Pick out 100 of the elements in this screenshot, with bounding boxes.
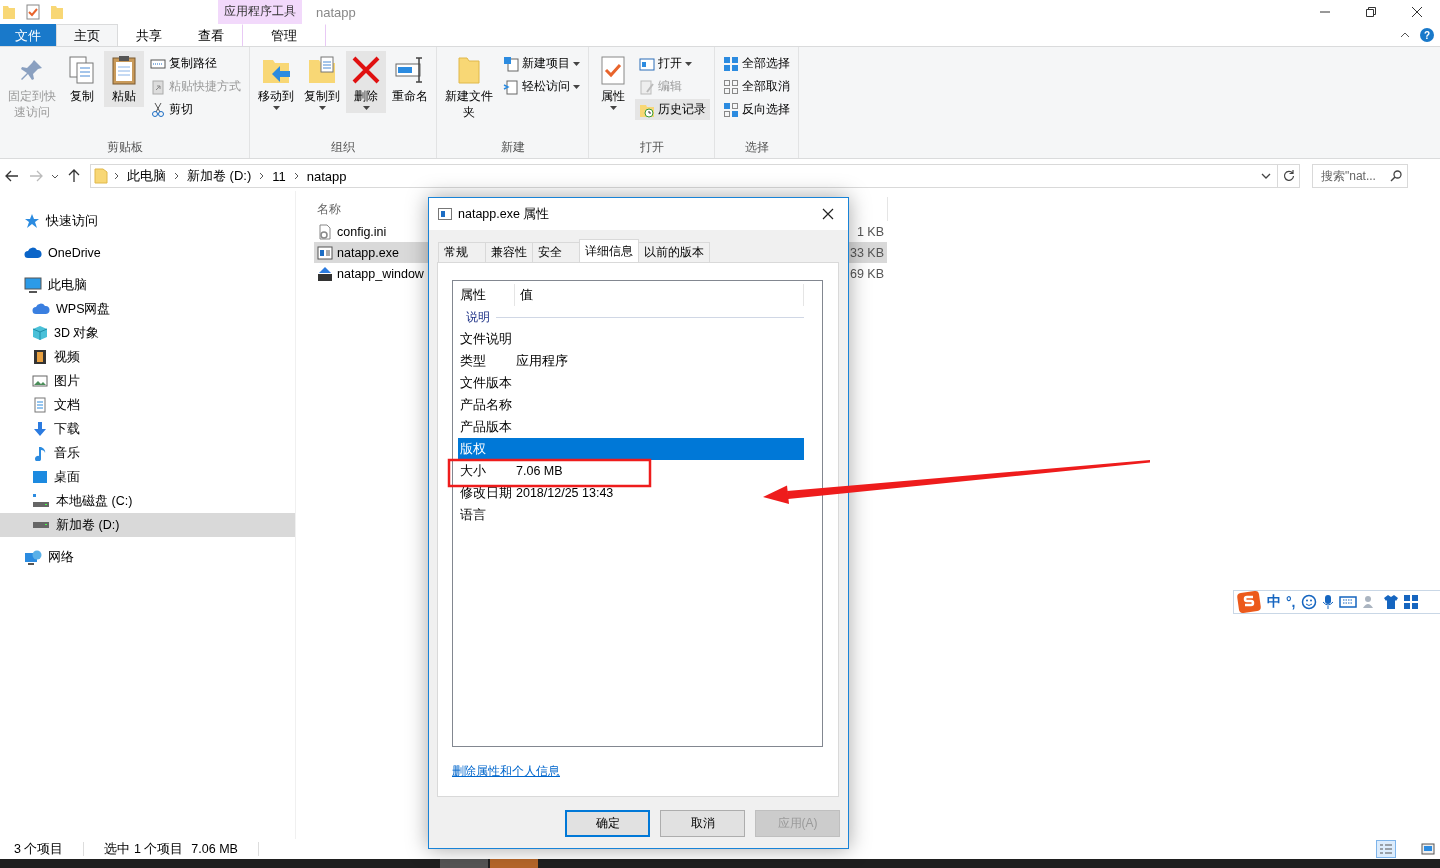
dialog-button[interactable]: 确定 [565,810,650,837]
sidebar-item[interactable]: 视频 [0,345,295,369]
property-row[interactable]: 大小 7.06 MB [458,460,804,482]
sidebar-item[interactable]: OneDrive [0,241,295,265]
forward-arrow-icon [29,170,43,182]
ribbon-button[interactable]: 粘贴 [104,51,144,107]
property-row[interactable]: 产品版本 [458,416,804,438]
ribbon-button[interactable]: 新建文件夹 [441,51,497,123]
ime-mode-label[interactable]: 中 [1267,593,1281,611]
sidebar-item[interactable]: 桌面 [0,465,295,489]
breadcrumb[interactable]: 此电脑 [125,167,168,185]
ribbon-button[interactable]: 复制路径 [146,53,245,74]
close-icon [1412,7,1422,17]
sidebar-item[interactable]: 图片 [0,369,295,393]
group-label: 剪贴板 [105,139,144,156]
ribbon-button[interactable]: 轻松访问 [499,76,584,97]
address-bar[interactable]: 此电脑 新加卷 (D:) 11 natapp [90,164,1300,188]
dialog-tab[interactable]: 详细信息 [579,239,639,262]
ribbon-button[interactable]: 删除 [346,51,386,113]
view-mode-button[interactable] [1418,840,1438,858]
music-note-icon [32,445,48,461]
cube-icon [32,325,48,341]
item-count: 3 个项目 [14,840,64,858]
ribbon-button[interactable]: 全部选择 [719,53,794,74]
file-row[interactable]: natapp_window 69 KB [314,263,887,284]
dialog-tab[interactable]: 常规 [438,242,486,262]
application-icon [317,244,333,261]
property-row[interactable]: 修改日期 2018/12/25 13:43 [458,482,804,504]
picture-icon [32,373,48,389]
chevron-down-icon [51,173,59,179]
refresh-icon [1282,170,1295,182]
breadcrumb[interactable]: 新加卷 (D:) [185,167,254,185]
property-row[interactable]: 产品名称 [458,394,804,416]
sidebar-item[interactable]: 本地磁盘 (C:) [0,489,295,513]
sidebar-item[interactable]: 新加卷 (D:) [0,513,295,537]
sidebar-item[interactable]: 网络 [0,545,295,569]
shirt-icon [1382,594,1399,610]
settings-file-icon [317,223,333,240]
sidebar-item[interactable]: 下载 [0,417,295,441]
folder-icon [94,168,108,184]
column-header[interactable]: 属性 [458,284,515,306]
property-row[interactable]: 版权 [458,438,804,460]
shortcut-icon [150,78,166,95]
caret-icon [318,106,326,110]
ribbon-tab[interactable]: 查看 [180,24,242,46]
drive-icon [32,493,50,509]
ribbon-button[interactable]: 移动到 [254,51,298,113]
group-label: 组织 [330,139,356,156]
caret-icon [573,61,580,66]
sidebar-item[interactable]: 音乐 [0,441,295,465]
ribbon-button[interactable]: 历史记录 [635,99,710,120]
ribbon-button[interactable]: 全部取消 [719,76,794,97]
ribbon-button[interactable]: 复制 [62,51,102,107]
property-row[interactable]: 文件版本 [458,372,804,394]
ribbon-button[interactable]: 属性 [593,51,633,113]
view-mode-button[interactable] [1376,840,1396,858]
sidebar-item[interactable]: 文档 [0,393,295,417]
keyboard-icon [1338,596,1357,608]
ribbon-button[interactable]: 剪切 [146,99,245,120]
sidebar-item[interactable]: 3D 对象 [0,321,295,345]
sidebar-item[interactable]: WPS网盘 [0,297,295,321]
smiley-icon [1300,594,1317,610]
ime-mode-label[interactable]: °, [1286,594,1296,610]
context-tab-header: 应用程序工具 [218,0,302,24]
dialog-button[interactable]: 取消 [660,810,745,837]
breadcrumb[interactable]: natapp [304,168,349,184]
chevron-down-icon [1261,173,1271,179]
chevron-right-icon [114,172,119,180]
ribbon-button[interactable]: 复制到 [300,51,344,113]
ribbon-tab[interactable]: 文件 [0,24,56,46]
property-row[interactable]: 类型 应用程序 [458,350,804,372]
sidebar-item[interactable]: 快速访问 [0,209,295,233]
details-view-icon [1379,843,1393,855]
group-label: 打开 [638,139,665,156]
property-row[interactable]: 文件说明 [458,328,804,350]
ribbon-tab[interactable]: 共享 [118,24,180,46]
ribbon-button[interactable]: 新建项目 [499,53,584,74]
ribbon-button[interactable]: 重命名 [388,51,432,107]
column-header[interactable]: 值 [515,284,804,306]
search-field[interactable]: 搜索"nat... [1312,164,1408,188]
dialog-tab[interactable]: 以前的版本 [638,242,710,262]
ribbon-tab[interactable]: 主页 [56,24,118,46]
folder-copy-icon [306,54,338,86]
breadcrumb[interactable]: 11 [270,168,288,184]
network-icon [24,549,42,565]
property-row[interactable]: 语言 [458,504,804,526]
remove-properties-link[interactable]: 删除属性和个人信息 [452,763,560,780]
invert-selection-icon [723,101,739,118]
ribbon-button[interactable]: 反向选择 [719,99,794,120]
cloud-icon [32,301,50,317]
sidebar-item[interactable]: 此电脑 [0,273,295,297]
folder-icon [50,4,64,20]
column-header[interactable]: 名称 [314,200,341,218]
microphone-icon [1321,594,1334,610]
help-button[interactable]: ? [1420,28,1434,42]
desktop-icon [32,469,48,485]
chevron-right-icon [174,172,179,180]
caret-icon [362,106,370,110]
file-row[interactable]: config.ini 1 KB [314,221,887,242]
ribbon-button[interactable]: 打开 [635,53,710,74]
